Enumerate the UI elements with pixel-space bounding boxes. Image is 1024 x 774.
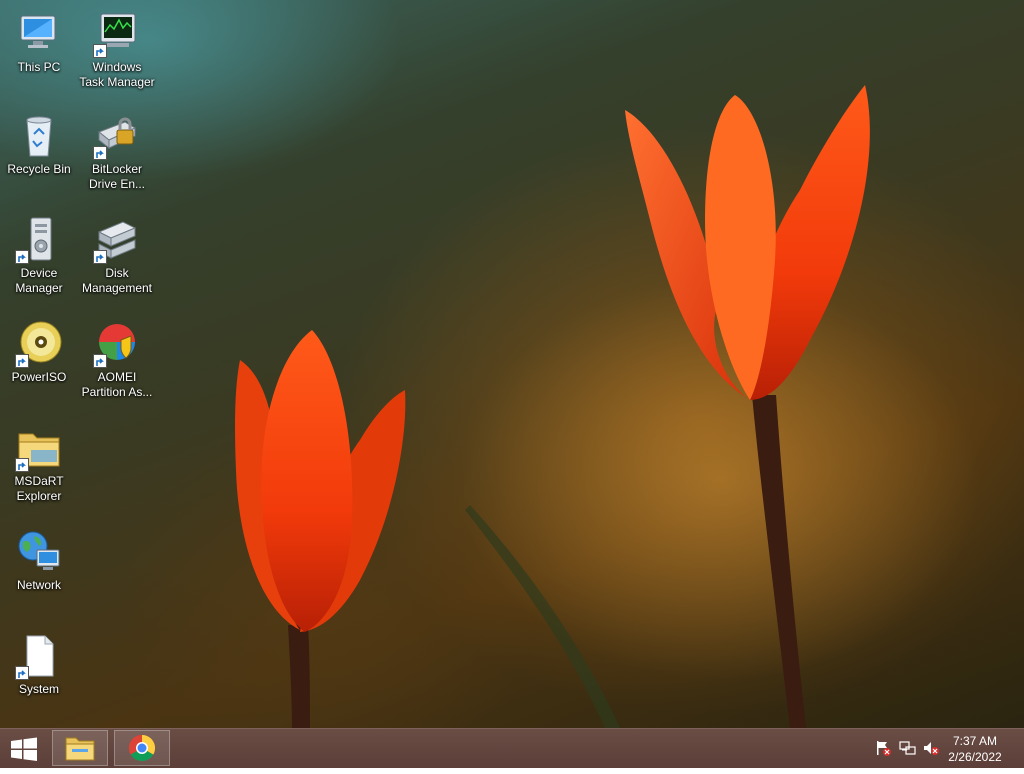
action-center-flag-icon[interactable]: [874, 739, 892, 757]
start-button[interactable]: [0, 729, 48, 769]
icon-label: Windows Task Manager: [79, 60, 155, 89]
task-manager-icon: [93, 10, 141, 58]
icon-label: Disk Management: [81, 266, 153, 295]
shortcut-arrow-icon: [15, 354, 29, 368]
aomei-icon: [93, 320, 141, 368]
shortcut-arrow-icon: [15, 250, 29, 264]
this-pc-shortcut[interactable]: This PC: [0, 10, 78, 75]
icon-label: This PC: [17, 60, 61, 74]
icon-label: Recycle Bin: [7, 162, 71, 176]
msdart-explorer-shortcut[interactable]: MSDaRT Explorer: [0, 424, 78, 504]
windows-logo-icon: [11, 737, 37, 761]
msdart-explorer-icon: [15, 424, 63, 472]
bitlocker-icon: [93, 112, 141, 160]
icon-label: PowerISO: [11, 370, 67, 384]
this-pc-icon: [15, 10, 63, 58]
device-manager-shortcut[interactable]: Device Manager: [0, 216, 78, 296]
network-icon: [15, 528, 63, 576]
poweriso-shortcut[interactable]: PowerISO: [0, 320, 78, 385]
shortcut-arrow-icon: [15, 458, 29, 472]
icon-label: AOMEI Partition As...: [81, 370, 153, 399]
aomei-shortcut[interactable]: AOMEI Partition As...: [78, 320, 156, 400]
task-manager-shortcut[interactable]: Windows Task Manager: [78, 10, 156, 90]
taskbar-file-explorer[interactable]: [52, 730, 108, 766]
recycle-bin-shortcut[interactable]: Recycle Bin: [0, 112, 78, 177]
disk-management-shortcut[interactable]: Disk Management: [78, 216, 156, 296]
poweriso-icon: [15, 320, 63, 368]
icon-label: BitLocker Drive En...: [88, 162, 145, 191]
clock-date: 2/26/2022: [948, 750, 1002, 764]
icon-label: Device Manager: [15, 266, 63, 295]
system-file-shortcut[interactable]: System: [0, 632, 78, 697]
system-clock[interactable]: 7:37 AM 2/26/2022: [940, 733, 1010, 765]
disk-management-icon: [93, 216, 141, 264]
desktop[interactable]: This PC Windows Task Manager Recycle Bin: [0, 0, 1024, 728]
taskbar: 7:37 AM 2/26/2022: [0, 728, 1024, 768]
clock-time: 7:37 AM: [952, 734, 998, 748]
folder-icon: [65, 737, 95, 761]
taskbar-google-chrome[interactable]: [114, 730, 170, 766]
shortcut-arrow-icon: [93, 354, 107, 368]
network-shortcut[interactable]: Network: [0, 528, 78, 593]
shortcut-arrow-icon: [93, 146, 107, 160]
shortcut-arrow-icon: [93, 250, 107, 264]
bitlocker-shortcut[interactable]: BitLocker Drive En...: [78, 112, 156, 192]
device-manager-icon: [15, 216, 63, 264]
chrome-icon: [128, 734, 156, 762]
volume-muted-icon[interactable]: [922, 739, 940, 757]
icon-label: System: [18, 682, 59, 696]
system-file-icon: [15, 632, 63, 680]
icon-label: MSDaRT Explorer: [14, 474, 64, 503]
shortcut-arrow-icon: [15, 666, 29, 680]
shortcut-arrow-icon: [93, 44, 107, 58]
recycle-bin-icon: [15, 112, 63, 160]
icon-label: Network: [16, 578, 61, 592]
network-status-icon[interactable]: [898, 739, 916, 757]
